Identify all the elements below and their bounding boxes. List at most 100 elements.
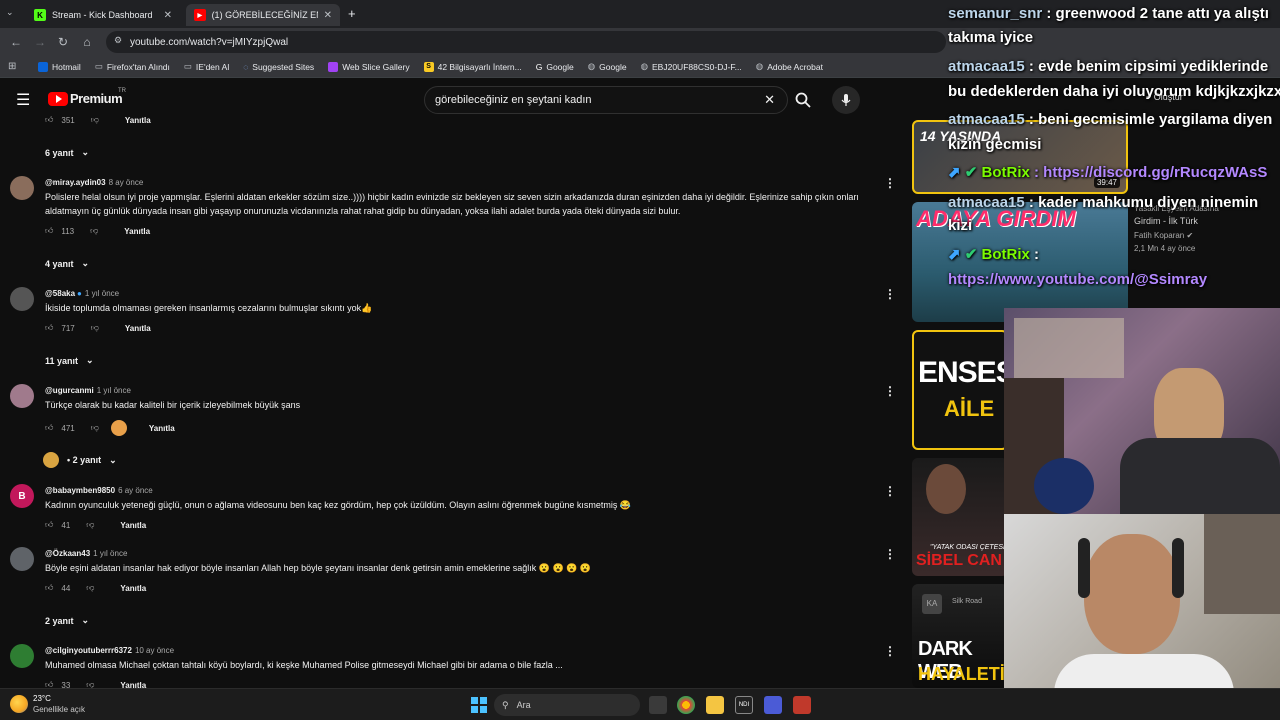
reply-button[interactable]: Yanıtla bbox=[124, 227, 150, 236]
apps-grid-icon[interactable]: ⊞ bbox=[8, 61, 16, 72]
comment-author[interactable]: @babaymben9850 bbox=[45, 486, 115, 495]
related-video-thumbnail[interactable]: ENSEST AİLE bbox=[912, 330, 1008, 450]
reload-icon[interactable]: ↻ bbox=[55, 34, 71, 50]
forward-arrow-icon[interactable]: → bbox=[32, 34, 48, 50]
file-explorer-icon[interactable] bbox=[706, 696, 724, 714]
taskbar-search[interactable]: ⚲ Ara bbox=[494, 694, 640, 716]
avatar[interactable] bbox=[10, 644, 34, 668]
comment-time[interactable]: 1 yıl önce bbox=[93, 549, 127, 558]
reply-button[interactable]: Yanıtla bbox=[125, 116, 151, 125]
tab-close-icon[interactable]: ✕ bbox=[164, 10, 172, 21]
more-options-icon[interactable]: ⋮ bbox=[884, 644, 896, 658]
reply-button[interactable]: Yanıtla bbox=[149, 424, 175, 433]
weather-icon[interactable] bbox=[10, 695, 28, 713]
replies-toggle[interactable]: 4 yanıt ⌄ bbox=[45, 258, 89, 269]
comment-author[interactable]: @Özkaan43 bbox=[45, 549, 90, 558]
replies-toggle[interactable]: 2 yanıt ⌄ bbox=[45, 615, 89, 626]
more-options-icon[interactable]: ⋮ bbox=[884, 484, 896, 498]
bookmark-42[interactable]: S 42 Bilgisayarlı İntern... bbox=[423, 61, 522, 72]
tab-youtube-video[interactable]: ▶ (1) GÖREBİLECEĞİNİZ EN ŞEYTA ✕ bbox=[186, 4, 340, 26]
new-tab-button[interactable]: + bbox=[348, 6, 356, 21]
youtube-premium-logo[interactable]: Premium bbox=[70, 91, 123, 106]
youtube-logo-icon[interactable] bbox=[48, 92, 68, 106]
comment-author[interactable]: @miray.aydin03 bbox=[45, 178, 106, 187]
weather-temperature[interactable]: 23°C bbox=[33, 694, 51, 703]
menu-icon[interactable]: ☰ bbox=[16, 90, 30, 110]
bookmark-web-slice[interactable]: Web Slice Gallery bbox=[328, 61, 410, 72]
site-info-icon[interactable]: ⚙ bbox=[114, 35, 122, 46]
related-video-thumbnail[interactable]: KA Silk Road DARK WEB HAYALETİ bbox=[912, 584, 1008, 688]
globe-icon: ◍ bbox=[755, 61, 764, 71]
bookmark-hotmail[interactable]: Hotmail bbox=[38, 61, 81, 72]
comment-author[interactable]: @cilginyoutuberrr6372 bbox=[45, 646, 132, 655]
more-options-icon[interactable]: ⋮ bbox=[884, 384, 896, 398]
bookmark-label: 42 Bilgisayarlı İntern... bbox=[437, 61, 522, 72]
tab-close-icon[interactable]: ✕ bbox=[324, 10, 332, 21]
more-options-icon[interactable]: ⋮ bbox=[884, 176, 896, 190]
ndi-icon[interactable]: NDI bbox=[735, 696, 753, 714]
weather-description[interactable]: Genellikle açık bbox=[33, 705, 85, 714]
dislike-icon[interactable]: 👎︎ bbox=[91, 115, 99, 125]
like-icon[interactable]: 👍︎ bbox=[45, 423, 53, 433]
avatar[interactable] bbox=[10, 384, 34, 408]
wall-poster bbox=[1014, 318, 1124, 378]
reply-button[interactable]: Yanıtla bbox=[120, 521, 146, 530]
dislike-icon[interactable]: 👎︎ bbox=[91, 423, 99, 433]
home-icon[interactable]: ⌂ bbox=[79, 34, 95, 50]
tab-search-icon[interactable]: ⌄ bbox=[6, 7, 20, 21]
like-icon[interactable]: 👍︎ bbox=[45, 226, 53, 236]
bookmark-google[interactable]: ◍ Google bbox=[588, 61, 627, 72]
comment-time[interactable]: 8 ay önce bbox=[109, 178, 144, 187]
bookmark-ebj[interactable]: ◍ EBJ20UF88CS0-DJ-F... bbox=[641, 61, 742, 72]
comment-author[interactable]: @ugurcanmi bbox=[45, 386, 94, 395]
create-button[interactable]: + Oluştur bbox=[1146, 92, 1183, 102]
chrome-icon[interactable] bbox=[677, 696, 695, 714]
like-icon[interactable]: 👍︎ bbox=[45, 583, 53, 593]
search-button[interactable] bbox=[788, 86, 818, 114]
search-icon bbox=[795, 92, 811, 108]
comment-author[interactable]: @58aka bbox=[45, 289, 75, 298]
app-icon[interactable] bbox=[793, 696, 811, 714]
search-input[interactable]: görebileceğiniz en şeytani kadın ✕ bbox=[424, 86, 788, 114]
chat-link[interactable]: https://www.youtube.com/@Ssimray bbox=[948, 270, 1207, 290]
dislike-icon[interactable]: 👎︎ bbox=[86, 520, 94, 530]
bookmark-suggested-sites[interactable]: ◌ Suggested Sites bbox=[243, 62, 314, 72]
comment-time[interactable]: 1 yıl önce bbox=[97, 386, 131, 395]
replies-toggle[interactable]: 11 yanıt ⌄ bbox=[45, 355, 94, 366]
related-video-thumbnail[interactable]: "YATAK ODASI ÇETESİ" SİBEL CAN bbox=[912, 458, 1008, 576]
search-icon: ⚲ bbox=[502, 699, 509, 710]
tab-kick-dashboard[interactable]: K Stream - Kick Dashboard ✕ bbox=[26, 4, 180, 26]
obs-icon[interactable] bbox=[764, 696, 782, 714]
dislike-icon[interactable]: 👎︎ bbox=[90, 226, 98, 236]
avatar[interactable] bbox=[10, 287, 34, 311]
bookmark-folder[interactable]: ▭ Firefox'tan Alındı bbox=[95, 61, 170, 72]
voice-search-button[interactable] bbox=[832, 86, 860, 114]
comment-time[interactable]: 1 yıl önce bbox=[85, 289, 119, 298]
avatar[interactable]: B bbox=[10, 484, 34, 508]
dislike-icon[interactable]: 👎︎ bbox=[91, 323, 99, 333]
bookmark-folder[interactable]: ▭ IE'den Al bbox=[184, 61, 229, 72]
dislike-icon[interactable]: 👎︎ bbox=[86, 583, 94, 593]
reply-button[interactable]: Yanıtla bbox=[120, 584, 146, 593]
clear-search-icon[interactable]: ✕ bbox=[764, 92, 775, 108]
comment-time[interactable]: 6 ay önce bbox=[118, 486, 153, 495]
avatar[interactable] bbox=[10, 176, 34, 200]
task-view-icon[interactable] bbox=[649, 696, 667, 714]
chat-text: kizin gecmisi bbox=[948, 136, 1042, 153]
bookmark-google[interactable]: G Google bbox=[536, 62, 574, 72]
bookmark-adobe[interactable]: ◍ Adobe Acrobat bbox=[756, 61, 823, 72]
like-icon[interactable]: 👍︎ bbox=[45, 323, 53, 333]
url-field[interactable]: ⚙ youtube.com/watch?v=jMIYzpjQwal bbox=[106, 31, 946, 53]
more-options-icon[interactable]: ⋮ bbox=[884, 287, 896, 301]
more-options-icon[interactable]: ⋮ bbox=[884, 547, 896, 561]
reply-button[interactable]: Yanıtla bbox=[125, 324, 151, 333]
like-icon[interactable]: 👍︎ bbox=[45, 520, 53, 530]
start-button[interactable] bbox=[470, 696, 488, 714]
replies-toggle[interactable]: • 2 yanıt ⌄ bbox=[43, 452, 117, 468]
comment-actions: 👍︎ 471 👎︎ Yanıtla bbox=[45, 420, 175, 436]
comment-time[interactable]: 10 ay önce bbox=[135, 646, 174, 655]
like-icon[interactable]: 👍︎ bbox=[45, 115, 53, 125]
back-arrow-icon[interactable]: ← bbox=[8, 34, 24, 50]
replies-toggle[interactable]: 6 yanıt ⌄ bbox=[45, 147, 89, 158]
avatar[interactable] bbox=[10, 547, 34, 571]
